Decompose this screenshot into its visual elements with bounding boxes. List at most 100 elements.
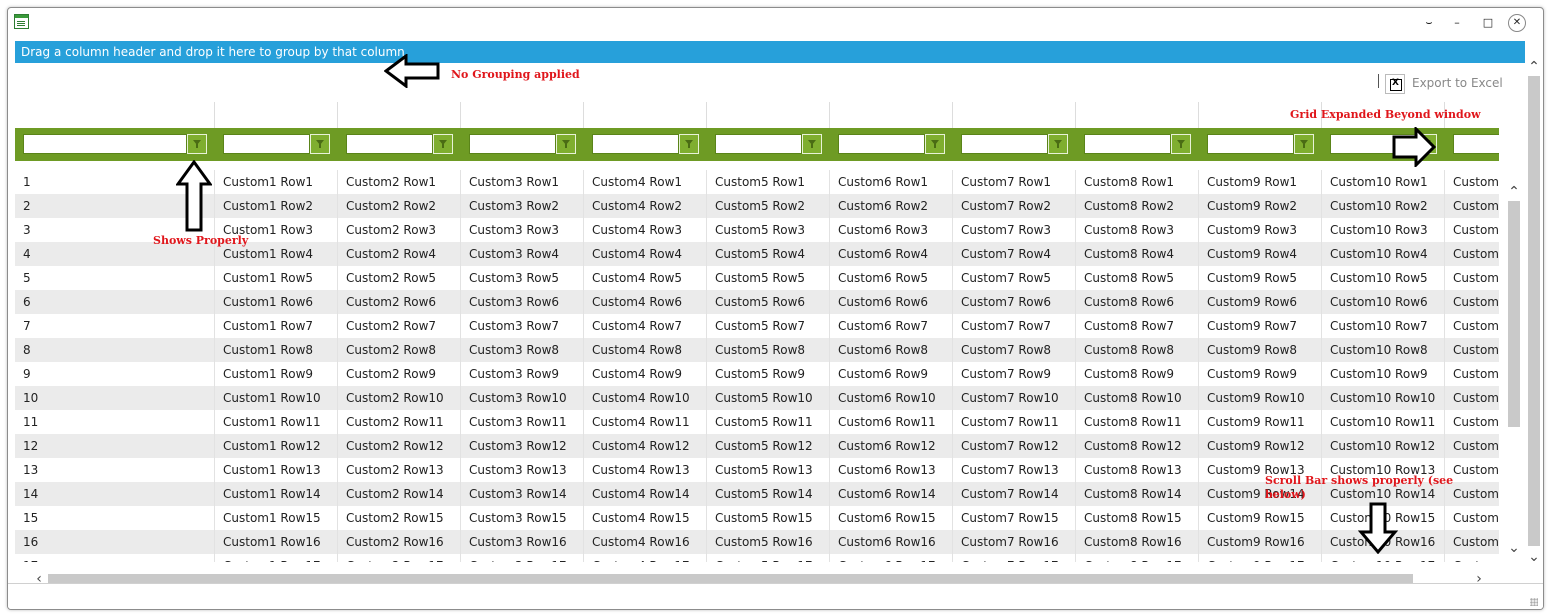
table-row[interactable]: 15 Custom1 Row15 Custom2 Row15 Custom3 Row1… <box>15 506 1499 530</box>
filter-input[interactable] <box>1453 134 1499 154</box>
window-vertical-scrollbar[interactable]: ⌃ ⌄ <box>1526 60 1542 570</box>
column-divider <box>1321 170 1322 562</box>
table-cell: Custom8 Row7 <box>1084 319 1175 333</box>
table-cell: Custom1 <box>1453 535 1499 549</box>
scroll-down-icon[interactable]: ⌄ <box>1526 550 1542 564</box>
export-to-excel-button[interactable]: X Export to Excel <box>1385 72 1505 96</box>
table-cell: Custom5 Row17 <box>715 554 828 562</box>
table-cell: Custom8 Row6 <box>1084 295 1175 309</box>
table-row[interactable]: 5 Custom1 Row5 Custom2 Row5 Custom3 Row5 Cus… <box>15 266 1499 290</box>
pin-button[interactable]: ⌣ <box>1420 14 1438 32</box>
table-cell: Custom10 Row6 <box>1330 295 1428 309</box>
column-divider <box>952 170 953 562</box>
column-header-cell[interactable] <box>338 102 461 128</box>
scrollbar-thumb[interactable] <box>1528 76 1540 546</box>
resize-grip-icon[interactable] <box>1530 598 1538 606</box>
filter-input[interactable] <box>223 134 310 154</box>
filter-funnel-icon[interactable] <box>433 134 453 154</box>
table-row[interactable]: 16 Custom1 Row16 Custom2 Row16 Custom3 Row1… <box>15 530 1499 554</box>
column-header-cell[interactable] <box>707 102 830 128</box>
column-header-row <box>15 102 1499 128</box>
table-cell: Custom5 Row6 <box>715 295 806 309</box>
column-divider <box>706 170 707 562</box>
table-cell: Custom9 Row1 <box>1207 175 1298 189</box>
table-cell: Custom6 Row14 <box>838 487 936 501</box>
annotation-shows-properly: Shows Properly <box>153 234 249 247</box>
table-cell: Custom8 Row16 <box>1084 535 1182 549</box>
table-row[interactable]: 10 Custom1 Row10 Custom2 Row10 Custom3 Row1… <box>15 386 1499 410</box>
status-bar <box>8 583 1543 609</box>
filter-funnel-icon[interactable] <box>556 134 576 154</box>
scroll-up-icon[interactable]: ⌃ <box>1526 60 1542 74</box>
table-cell: Custom8 Row11 <box>1084 415 1182 429</box>
column-divider <box>337 170 338 562</box>
filter-funnel-icon[interactable] <box>679 134 699 154</box>
table-cell: Custom4 Row13 <box>592 463 690 477</box>
table-cell: Custom4 Row7 <box>592 319 683 333</box>
maximize-button[interactable]: □ <box>1479 14 1497 32</box>
table-row[interactable]: 9 Custom1 Row9 Custom2 Row9 Custom3 Row9 Cus… <box>15 362 1499 386</box>
table-cell: Custom8 Row2 <box>1084 199 1175 213</box>
table-cell: Custom8 Row15 <box>1084 511 1182 525</box>
filter-input[interactable] <box>715 134 802 154</box>
table-cell: Custom3 Row13 <box>469 463 567 477</box>
filter-funnel-icon[interactable] <box>802 134 822 154</box>
table-cell: Custom6 Row11 <box>838 415 936 429</box>
table-cell: Custom6 Row8 <box>838 343 929 357</box>
table-cell: Custom7 Row17 <box>961 554 1074 562</box>
table-cell: Custom3 Row9 <box>469 367 560 381</box>
column-header-cell[interactable] <box>461 102 584 128</box>
table-row[interactable]: 1 Custom1 Row1 Custom2 Row1 Custom3 Row1 Cus… <box>15 170 1499 194</box>
table-row[interactable]: 12 Custom1 Row12 Custom2 Row12 Custom3 Row1… <box>15 434 1499 458</box>
table-cell: Custom1 Row7 <box>223 319 314 333</box>
filter-input[interactable] <box>1084 134 1171 154</box>
scrollbar-thumb[interactable] <box>1508 201 1520 427</box>
filter-input[interactable] <box>346 134 433 154</box>
filter-funnel-icon[interactable] <box>1171 134 1191 154</box>
table-cell: Custom1 <box>1453 554 1499 562</box>
table-row[interactable]: 7 Custom1 Row7 Custom2 Row7 Custom3 Row7 Cus… <box>15 314 1499 338</box>
filter-funnel-icon[interactable] <box>187 134 207 154</box>
table-row[interactable]: 2 Custom1 Row2 Custom2 Row2 Custom3 Row2 Cus… <box>15 194 1499 218</box>
filter-funnel-icon[interactable] <box>925 134 945 154</box>
filter-input[interactable] <box>961 134 1048 154</box>
table-cell: Custom5 Row7 <box>715 319 806 333</box>
table-cell: Custom8 Row9 <box>1084 367 1175 381</box>
table-cell: Custom6 Row15 <box>838 511 936 525</box>
table-cell: Custom10 Row7 <box>1330 319 1428 333</box>
filter-funnel-icon[interactable] <box>1048 134 1068 154</box>
column-header-cell[interactable] <box>830 102 953 128</box>
table-row[interactable]: 11 Custom1 Row11 Custom2 Row11 Custom3 Row1… <box>15 410 1499 434</box>
table-cell: Custom2 Row6 <box>346 295 437 309</box>
close-button[interactable]: ✕ <box>1508 14 1526 32</box>
column-divider <box>460 170 461 562</box>
minimize-button[interactable]: – <box>1448 14 1466 32</box>
scroll-down-icon[interactable]: ⌄ <box>1506 541 1522 555</box>
table-row[interactable]: 17 Custom1 Row17 Custom2 Row17 Custom3 Row1… <box>15 554 1499 562</box>
group-by-panel[interactable]: Drag a column header and drop it here to… <box>15 41 1525 63</box>
filter-input[interactable] <box>469 134 556 154</box>
column-header-cell[interactable] <box>953 102 1076 128</box>
table-cell: Custom1 <box>1453 367 1499 381</box>
table-cell: Custom7 Row8 <box>961 343 1052 357</box>
column-header-cell[interactable] <box>584 102 707 128</box>
filter-input[interactable] <box>592 134 679 154</box>
column-header-cell[interactable] <box>215 102 338 128</box>
grid-vertical-scrollbar[interactable]: ⌃ ⌄ <box>1506 185 1522 559</box>
scroll-up-icon[interactable]: ⌃ <box>1506 185 1522 199</box>
table-cell: Custom4 Row10 <box>592 391 690 405</box>
table-row[interactable]: 6 Custom1 Row6 Custom2 Row6 Custom3 Row6 Cus… <box>15 290 1499 314</box>
filter-input[interactable] <box>1207 134 1294 154</box>
grid-window: ⌣ – □ ✕ Drag a column header and drop it… <box>7 7 1544 610</box>
filter-funnel-icon[interactable] <box>1294 134 1314 154</box>
column-header-cell[interactable] <box>15 102 215 128</box>
column-header-cell[interactable] <box>1076 102 1199 128</box>
filter-input[interactable] <box>23 134 187 154</box>
filter-funnel-icon[interactable] <box>310 134 330 154</box>
filter-input[interactable] <box>838 134 925 154</box>
row-id-cell: 17 <box>23 554 203 562</box>
table-cell: Custom7 Row2 <box>961 199 1052 213</box>
table-cell: Custom1 Row1 <box>223 175 314 189</box>
table-cell: Custom2 Row1 <box>346 175 437 189</box>
table-row[interactable]: 8 Custom1 Row8 Custom2 Row8 Custom3 Row8 Cus… <box>15 338 1499 362</box>
